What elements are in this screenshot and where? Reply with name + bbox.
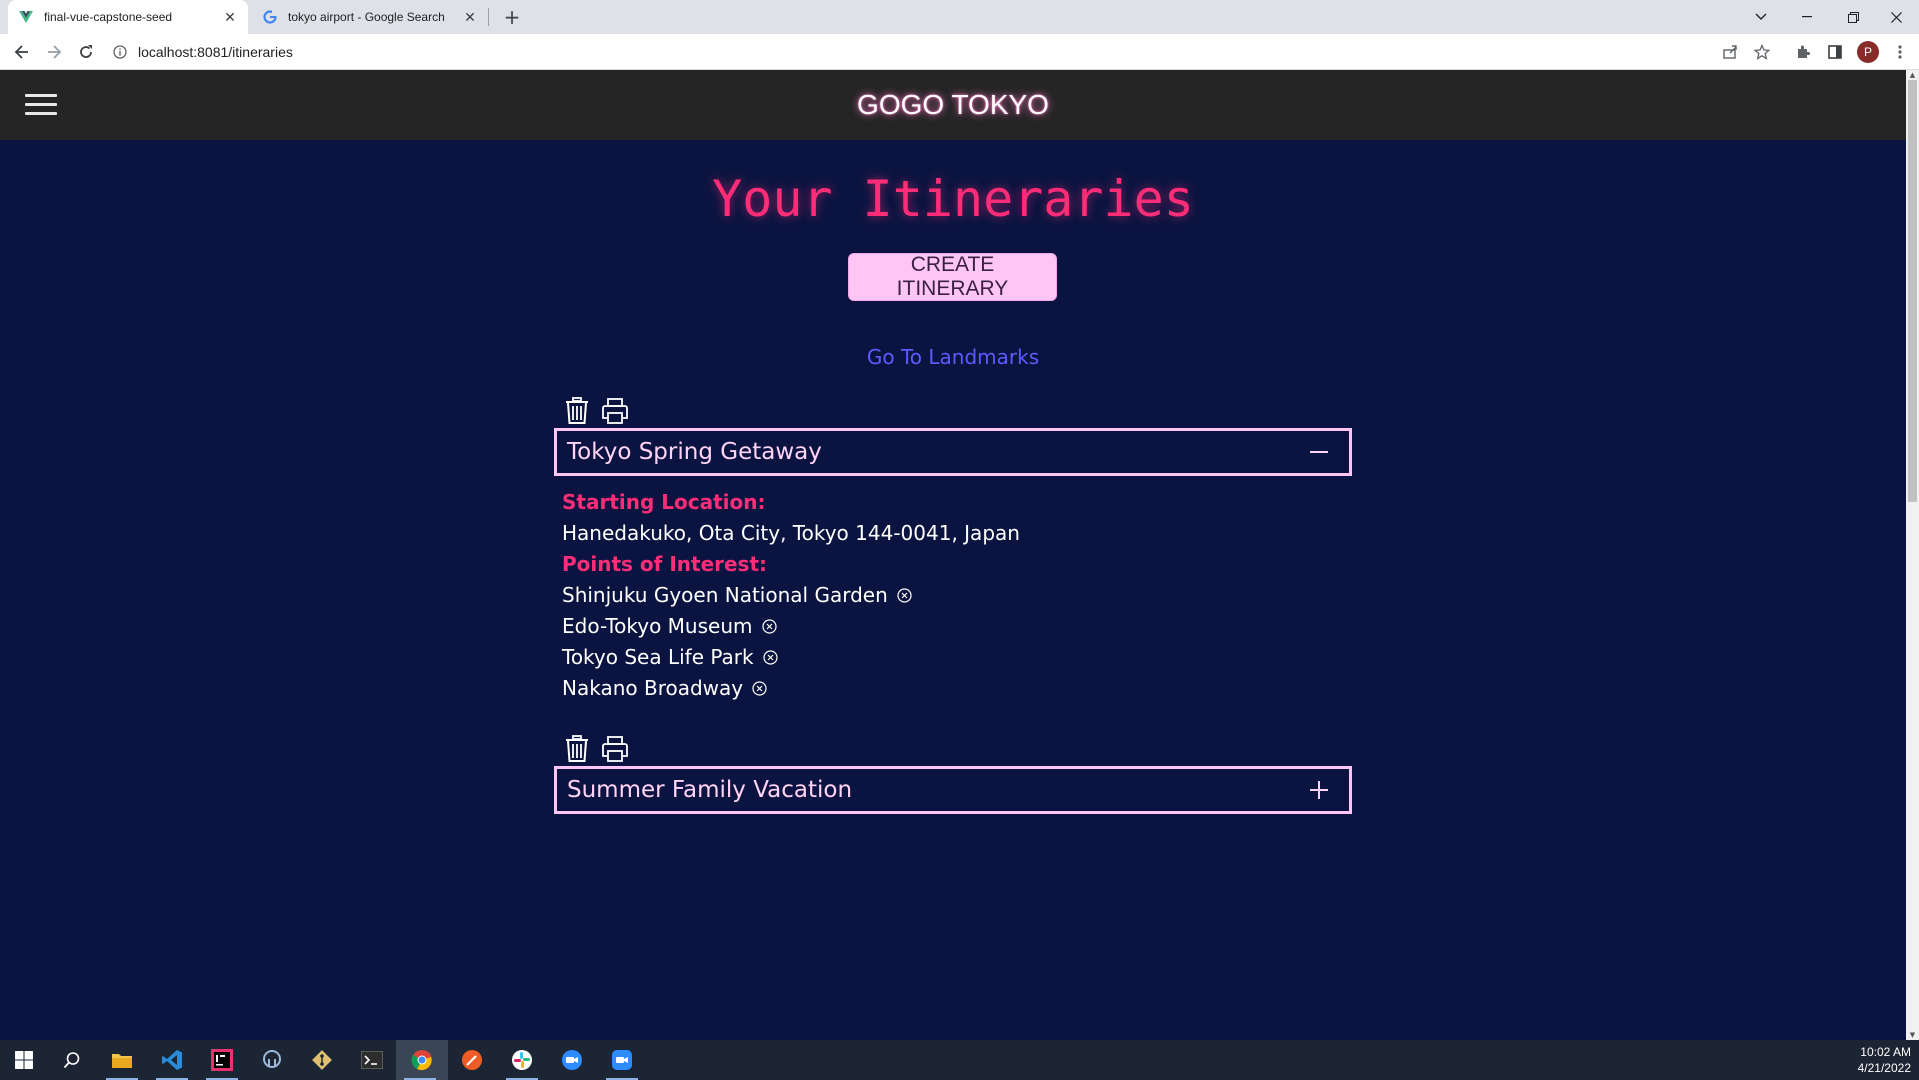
scrollbar-thumb[interactable]	[1908, 80, 1917, 502]
remove-circle-x-icon[interactable]	[896, 587, 913, 604]
system-clock[interactable]: 10:02 AM 4/21/2022	[1858, 1044, 1911, 1076]
browser-tab-strip: final-vue-capstone-seed ✕ tokyo airport …	[0, 0, 1919, 34]
new-tab-button[interactable]: +	[500, 5, 524, 29]
itinerary-name: Tokyo Spring Getaway	[567, 439, 822, 465]
zoom-meeting-icon[interactable]	[598, 1040, 646, 1080]
poi-name: Nakano Broadway	[562, 676, 744, 700]
minimize-button[interactable]	[1784, 0, 1830, 34]
forward-arrow-icon[interactable]	[42, 40, 66, 64]
hamburger-menu-icon[interactable]	[25, 94, 57, 116]
close-tab-icon[interactable]: ✕	[462, 9, 478, 25]
address-bar[interactable]: localhost:8081/itineraries	[110, 38, 1730, 66]
poi-name: Tokyo Sea Life Park	[562, 645, 754, 669]
plus-icon[interactable]	[1305, 776, 1333, 804]
file-explorer-icon[interactable]	[98, 1040, 146, 1080]
chrome-icon[interactable]	[396, 1040, 448, 1080]
poi-item: Nakano Broadway	[562, 676, 768, 700]
itinerary-actions	[562, 396, 630, 426]
poi-item: Edo-Tokyo Museum	[562, 614, 778, 638]
tab-search-chevron-icon[interactable]	[1738, 0, 1784, 34]
zoom-icon[interactable]	[548, 1040, 596, 1080]
poi-name: Shinjuku Gyoen National Garden	[562, 583, 888, 607]
itinerary-accordion-header[interactable]: Tokyo Spring Getaway	[554, 428, 1352, 476]
clock-date: 4/21/2022	[1857, 1061, 1911, 1075]
brand-title: GOGO TOKYO	[857, 89, 1049, 120]
extensions-puzzle-icon[interactable]	[1791, 40, 1815, 64]
slack-icon[interactable]	[498, 1040, 546, 1080]
points-of-interest-label: Points of Interest:	[562, 552, 768, 576]
site-info-icon[interactable]	[110, 42, 130, 62]
profile-avatar[interactable]: P	[1856, 40, 1880, 64]
windows-start-icon[interactable]	[0, 1040, 48, 1080]
go-to-landmarks-link-text[interactable]: Go To Landmarks	[867, 345, 1039, 369]
windows-taskbar: 10:02 AM 4/21/2022	[0, 1040, 1919, 1080]
intellij-icon[interactable]	[198, 1040, 246, 1080]
page-scrollbar[interactable]: ▲ ▼	[1906, 70, 1919, 1040]
back-arrow-icon[interactable]	[10, 40, 34, 64]
remove-circle-x-icon[interactable]	[761, 618, 778, 635]
page-title: Your Itineraries	[712, 170, 1194, 228]
tab-separator	[488, 8, 489, 26]
poi-item: Shinjuku Gyoen National Garden	[562, 583, 913, 607]
git-icon[interactable]	[298, 1040, 346, 1080]
close-tab-icon[interactable]: ✕	[222, 9, 238, 25]
scroll-up-arrow-icon[interactable]: ▲	[1906, 70, 1919, 80]
side-panel-icon[interactable]	[1823, 40, 1847, 64]
starting-location-label: Starting Location:	[562, 490, 766, 514]
printer-icon[interactable]	[600, 396, 630, 426]
itinerary-accordion-header[interactable]: Summer Family Vacation	[554, 766, 1352, 814]
itinerary-name: Summer Family Vacation	[567, 777, 853, 803]
vue-logo-icon	[18, 9, 34, 25]
remove-circle-x-icon[interactable]	[751, 680, 768, 697]
search-icon[interactable]	[48, 1040, 96, 1080]
printer-icon[interactable]	[600, 734, 630, 764]
reload-icon[interactable]	[74, 40, 98, 64]
itinerary-actions	[562, 734, 630, 764]
close-window-button[interactable]	[1873, 0, 1919, 34]
minus-icon[interactable]	[1305, 438, 1333, 466]
terminal-icon[interactable]	[348, 1040, 396, 1080]
trash-icon[interactable]	[562, 396, 592, 426]
poi-name: Edo-Tokyo Museum	[562, 614, 753, 638]
postgres-icon[interactable]	[248, 1040, 296, 1080]
tab-tokyo-airport-search[interactable]: tokyo airport - Google Search ✕	[252, 0, 488, 34]
share-icon[interactable]	[1718, 40, 1742, 64]
starting-location-value: Hanedakuko, Ota City, Tokyo 144-0041, Ja…	[562, 521, 1020, 545]
scroll-down-arrow-icon[interactable]: ▼	[1906, 1030, 1919, 1040]
restore-button[interactable]	[1830, 0, 1876, 34]
trash-icon[interactable]	[562, 734, 592, 764]
go-to-landmarks-link[interactable]: Go To Landmarks	[0, 345, 1906, 369]
postman-icon[interactable]	[448, 1040, 496, 1080]
bookmark-star-icon[interactable]	[1750, 40, 1774, 64]
vscode-icon[interactable]	[148, 1040, 196, 1080]
browser-toolbar: localhost:8081/itineraries P	[0, 34, 1919, 70]
google-g-icon	[262, 9, 278, 25]
create-itinerary-button[interactable]: CREATE ITINERARY	[848, 253, 1057, 301]
clock-time: 10:02 AM	[1860, 1045, 1911, 1059]
app-header: GOGO TOKYO	[0, 70, 1906, 140]
browser-menu-icon[interactable]	[1888, 40, 1912, 64]
app-viewport: GOGO TOKYO Your Itineraries CREATE ITINE…	[0, 70, 1906, 1040]
url-text: localhost:8081/itineraries	[138, 44, 293, 60]
poi-item: Tokyo Sea Life Park	[562, 645, 779, 669]
tab-final-vue-capstone-seed[interactable]: final-vue-capstone-seed ✕	[8, 0, 248, 34]
remove-circle-x-icon[interactable]	[762, 649, 779, 666]
